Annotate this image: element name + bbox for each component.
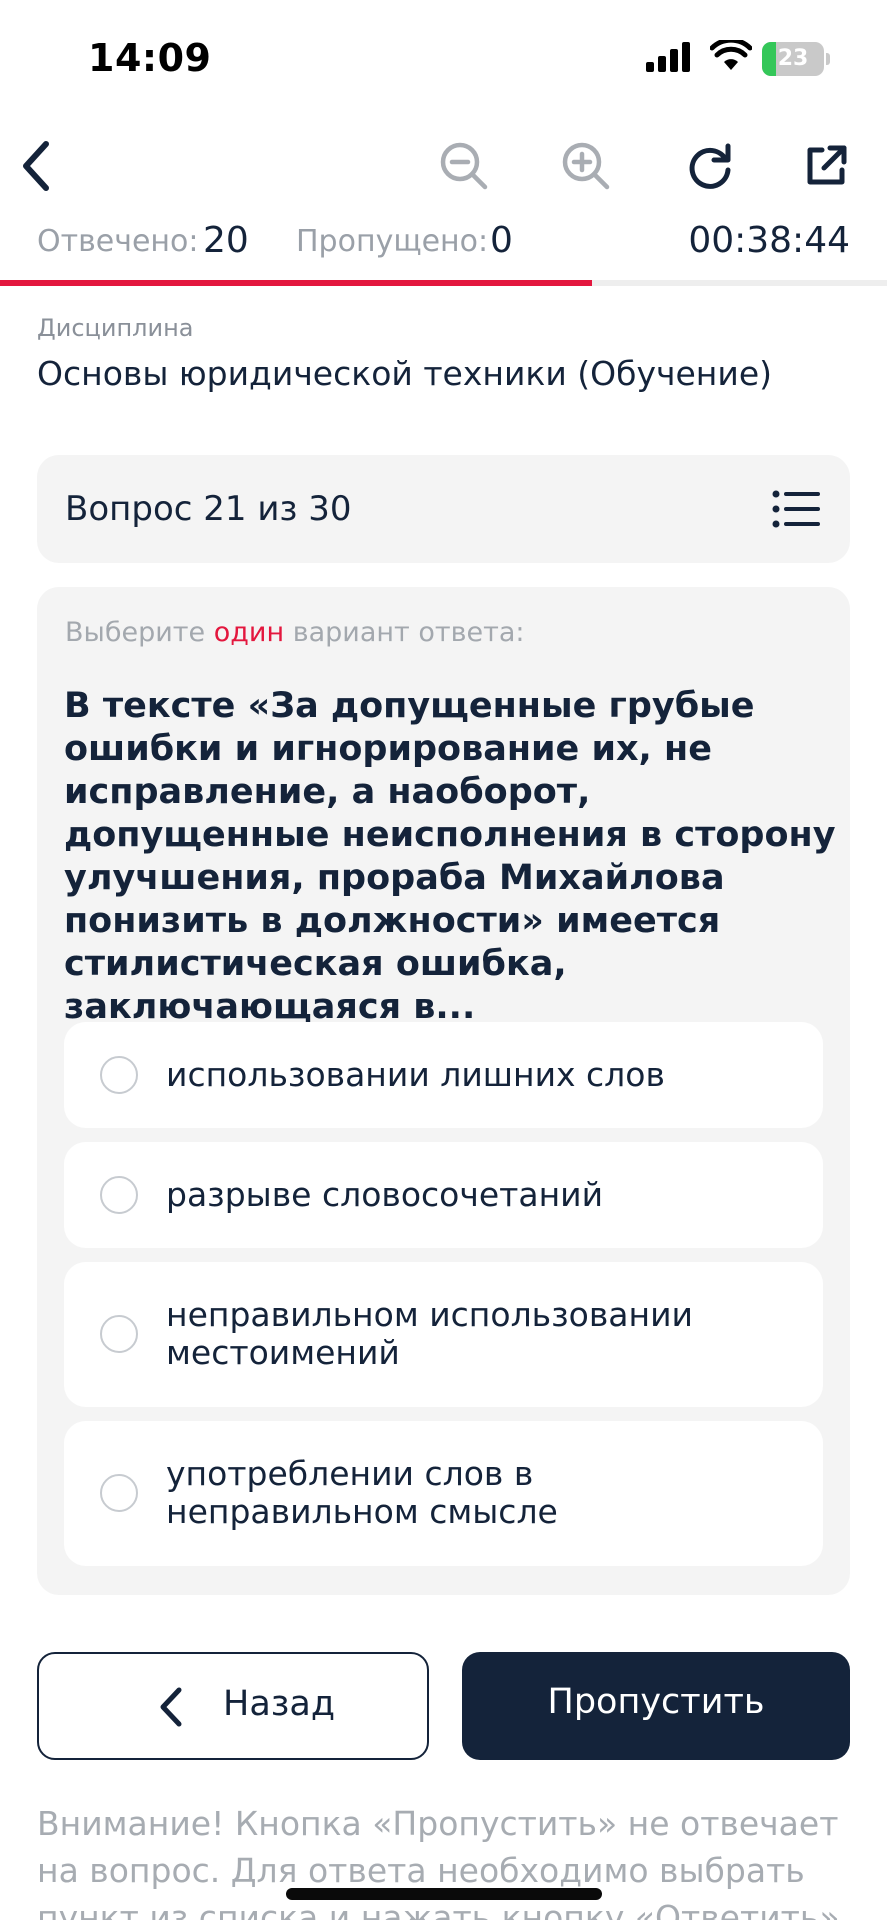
answer-option-1[interactable]: использовании лишних слов bbox=[64, 1022, 823, 1128]
question-card: Выберите один вариант ответа: В тексте «… bbox=[37, 587, 850, 1595]
refresh-icon bbox=[689, 143, 731, 189]
question-text: В тексте «За допущенные грубые ошибки и … bbox=[64, 686, 836, 1027]
home-indicator[interactable] bbox=[286, 1888, 602, 1900]
battery-percent: 23 bbox=[777, 46, 809, 71]
skip-warning: Внимание! Кнопка «Пропустить» не отвечае… bbox=[37, 1804, 850, 1920]
refresh-button[interactable] bbox=[674, 130, 746, 202]
zoom-in-button[interactable] bbox=[550, 130, 622, 202]
test-screen: 14:09 23 Отвечено: 20 Пропущено: 0 00:38… bbox=[0, 0, 887, 1920]
zoom-in-icon bbox=[562, 142, 610, 190]
question-header: Вопрос 21 из 30 bbox=[37, 455, 850, 563]
chevron-left-icon bbox=[160, 1687, 182, 1727]
radio-button[interactable] bbox=[100, 1056, 138, 1094]
question-counter: Вопрос 21 из 30 bbox=[65, 489, 352, 529]
answer-option-4[interactable]: употреблении слов в неправильном смысле bbox=[64, 1421, 823, 1566]
answer-option-label: неправильном использовании местоимений bbox=[166, 1295, 693, 1372]
back-button[interactable]: Назад bbox=[37, 1652, 429, 1760]
question-list-icon[interactable] bbox=[772, 489, 820, 529]
open-external-button[interactable] bbox=[790, 130, 862, 202]
progress-fill bbox=[0, 280, 592, 286]
timer: 00:38:44 bbox=[688, 220, 850, 261]
external-link-icon bbox=[807, 145, 847, 185]
toolbar bbox=[0, 120, 887, 232]
answer-option-label: употреблении слов в неправильном смысле bbox=[166, 1454, 558, 1531]
battery-indicator: 23 bbox=[762, 42, 830, 76]
hint-accent: один bbox=[213, 617, 285, 648]
discipline-label: Дисциплина bbox=[37, 314, 194, 342]
discipline-name: Основы юридической техники (Обучение) bbox=[37, 354, 772, 393]
chevron-left-icon bbox=[23, 141, 49, 191]
answer-hint: Выберите один вариант ответа: bbox=[65, 617, 525, 648]
radio-button[interactable] bbox=[100, 1315, 138, 1353]
answer-stats: Отвечено: 20 Пропущено: 0 00:38:44 bbox=[0, 218, 887, 274]
back-arrow-button[interactable] bbox=[0, 130, 72, 202]
status-time: 14:09 bbox=[88, 36, 212, 80]
skip-button[interactable]: Пропустить bbox=[462, 1652, 850, 1760]
progress-bar bbox=[0, 280, 887, 286]
status-bar: 14:09 23 bbox=[0, 0, 887, 120]
cellular-signal-icon bbox=[646, 42, 690, 72]
radio-button[interactable] bbox=[100, 1176, 138, 1214]
answer-option-label: разрыве словосочетаний bbox=[166, 1175, 604, 1214]
back-button-label: Назад bbox=[223, 1684, 336, 1724]
answered-count: 20 bbox=[203, 220, 249, 261]
answered-label: Отвечено: bbox=[37, 224, 199, 259]
answer-option-3[interactable]: неправильном использовании местоимений bbox=[64, 1262, 823, 1407]
radio-button[interactable] bbox=[100, 1474, 138, 1512]
skip-button-label: Пропустить bbox=[547, 1682, 765, 1722]
answer-option-2[interactable]: разрыве словосочетаний bbox=[64, 1142, 823, 1248]
zoom-out-icon bbox=[440, 142, 488, 190]
zoom-out-button[interactable] bbox=[428, 130, 500, 202]
skipped-count: 0 bbox=[490, 220, 513, 261]
wifi-icon bbox=[710, 40, 752, 70]
skipped-label: Пропущено: bbox=[296, 224, 489, 259]
answer-option-label: использовании лишних слов bbox=[166, 1055, 665, 1094]
